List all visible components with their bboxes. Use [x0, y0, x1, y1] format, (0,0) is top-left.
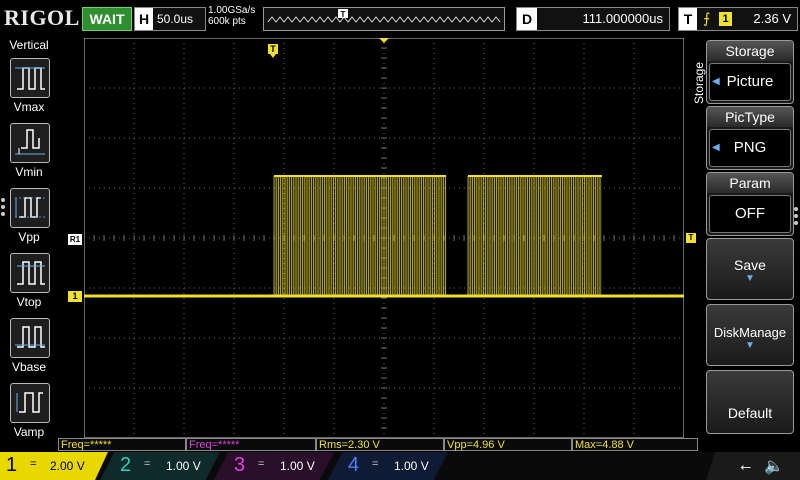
ref-marker[interactable]: R1 [68, 234, 82, 245]
delay-label: D [517, 8, 537, 30]
rising-edge-icon: ⨍ [703, 10, 711, 26]
measure-label: Vtop [16, 295, 42, 309]
svg-text:T: T [341, 10, 346, 19]
graticule: T [83, 37, 684, 438]
measure-category-title: Vertical [9, 38, 49, 52]
memory-overview-strip[interactable]: T [263, 7, 505, 31]
waveform-display[interactable]: T R1 1 T [68, 37, 696, 438]
save-button[interactable]: Save ▼ [706, 238, 794, 300]
sample-rate: 1.00GSa/s [208, 5, 256, 16]
sample-info: 1.00GSa/s 600k pts [208, 5, 255, 27]
delay-box[interactable]: D 111.000000us [516, 7, 670, 31]
measure-sidebar: Vertical Vmax Vmin Vpp Vtop Vbase Vamp [0, 36, 58, 439]
menu-item-value: OFF [709, 195, 791, 233]
dc-coupling-icon: = [372, 458, 379, 470]
measure-vpp[interactable]: Vpp [10, 188, 50, 244]
trigger-level: 2.36 V [753, 11, 791, 26]
vbase-icon [15, 326, 45, 348]
menu-title: Storage [692, 61, 706, 104]
channel-bar: 1 = 2.00 V 2 = 1.00 V 3 = 1.00 V 4 = 1.0… [0, 452, 800, 480]
measure-vtop[interactable]: Vtop [10, 253, 50, 309]
measurement-item[interactable]: Freq=***** [58, 438, 186, 451]
trigger-level-marker[interactable]: T [686, 233, 696, 243]
dc-coupling-icon: = [258, 458, 265, 470]
top-status-bar: RIGOL WAIT H 50.0us 1.00GSa/s 600k pts T… [0, 0, 800, 36]
measurement-item[interactable]: Max=4.88 V [572, 438, 698, 451]
measure-label: Vbase [11, 360, 47, 374]
dc-coupling-icon: = [144, 458, 151, 470]
brand-logo: RIGOL [4, 5, 80, 30]
trigger-label: T [679, 8, 697, 30]
horizontal-label: H [135, 8, 153, 30]
vmin-icon [15, 129, 45, 155]
measurement-item[interactable]: Rms=2.30 V [316, 438, 444, 451]
page-indicator-dots [794, 207, 798, 228]
trigger-position-marker[interactable]: T [268, 44, 278, 58]
trigger-box[interactable]: T ⨍ 1 2.36 V [678, 7, 798, 31]
vamp-icon [16, 392, 43, 413]
menu-item-value: ◀ PNG [709, 129, 791, 167]
horizontal-timebase[interactable]: H 50.0us [134, 7, 206, 31]
menu-item-label: Save [734, 257, 766, 273]
pictype-menu[interactable]: PicType ◀ PNG [706, 106, 794, 170]
menu-item-value: ◀ Picture [709, 63, 791, 101]
run-status-badge[interactable]: WAIT [82, 7, 132, 31]
measure-vmax[interactable]: Vmax [10, 58, 50, 114]
center-marker-icon [379, 38, 389, 43]
measure-label: Vmin [15, 165, 43, 179]
channel-1-tab[interactable]: 1 = 2.00 V [0, 452, 108, 480]
param-menu[interactable]: Param OFF [706, 172, 794, 236]
default-button[interactable]: Default [706, 370, 794, 434]
menu-item-header: Storage [707, 41, 793, 61]
menu-item-label: DiskManage [713, 325, 787, 340]
measurement-bar: Freq=***** Freq=***** Rms=2.30 V Vpp=4.9… [58, 438, 698, 452]
memory-waveform-icon: T [267, 9, 501, 23]
measure-label: Vmax [13, 100, 45, 114]
vtop-icon [17, 261, 45, 285]
storage-type-menu[interactable]: Storage ◀ Picture [706, 40, 794, 104]
measure-label: Vamp [13, 425, 45, 439]
channel-2-tab[interactable]: 2 = 1.00 V [100, 452, 220, 480]
menu-item-header: Param [707, 173, 793, 193]
measure-label: Vpp [18, 230, 40, 244]
system-icons: ⭠ 🔈 [706, 452, 800, 480]
speaker-muted-icon[interactable]: 🔈 [764, 456, 784, 476]
channel-3-tab[interactable]: 3 = 1.00 V [214, 452, 334, 480]
menu-item-header: PicType [707, 107, 793, 127]
timebase-value: 50.0us [157, 12, 194, 26]
diskmanage-button[interactable]: DiskManage ▼ [706, 304, 794, 366]
usb-icon: ⭠ [740, 458, 752, 474]
svg-text:T: T [270, 44, 276, 54]
left-arrow-icon: ◀ [712, 142, 720, 153]
left-arrow-icon: ◀ [712, 76, 720, 87]
menu-item-label: Default [727, 405, 773, 421]
measure-vmin[interactable]: Vmin [10, 123, 50, 179]
memory-depth: 600k pts [208, 16, 246, 27]
chevron-down-icon: ▼ [745, 273, 755, 284]
measurement-item[interactable]: Vpp=4.96 V [444, 438, 572, 451]
chevron-down-icon: ▼ [745, 340, 755, 351]
vpp-icon [15, 197, 45, 218]
channel-4-tab[interactable]: 4 = 1.00 V [328, 452, 448, 480]
measurement-item[interactable]: Freq=***** [186, 438, 316, 451]
dc-coupling-icon: = [30, 458, 37, 470]
measure-vbase[interactable]: Vbase [10, 318, 50, 374]
page-indicator-dots [1, 198, 5, 219]
ch1-offset-marker[interactable]: 1 [68, 291, 82, 302]
trigger-source: 1 [719, 12, 732, 26]
delay-value: 111.000000us [582, 11, 663, 26]
vmax-icon [15, 67, 45, 90]
measure-vamp[interactable]: Vamp [10, 383, 50, 439]
